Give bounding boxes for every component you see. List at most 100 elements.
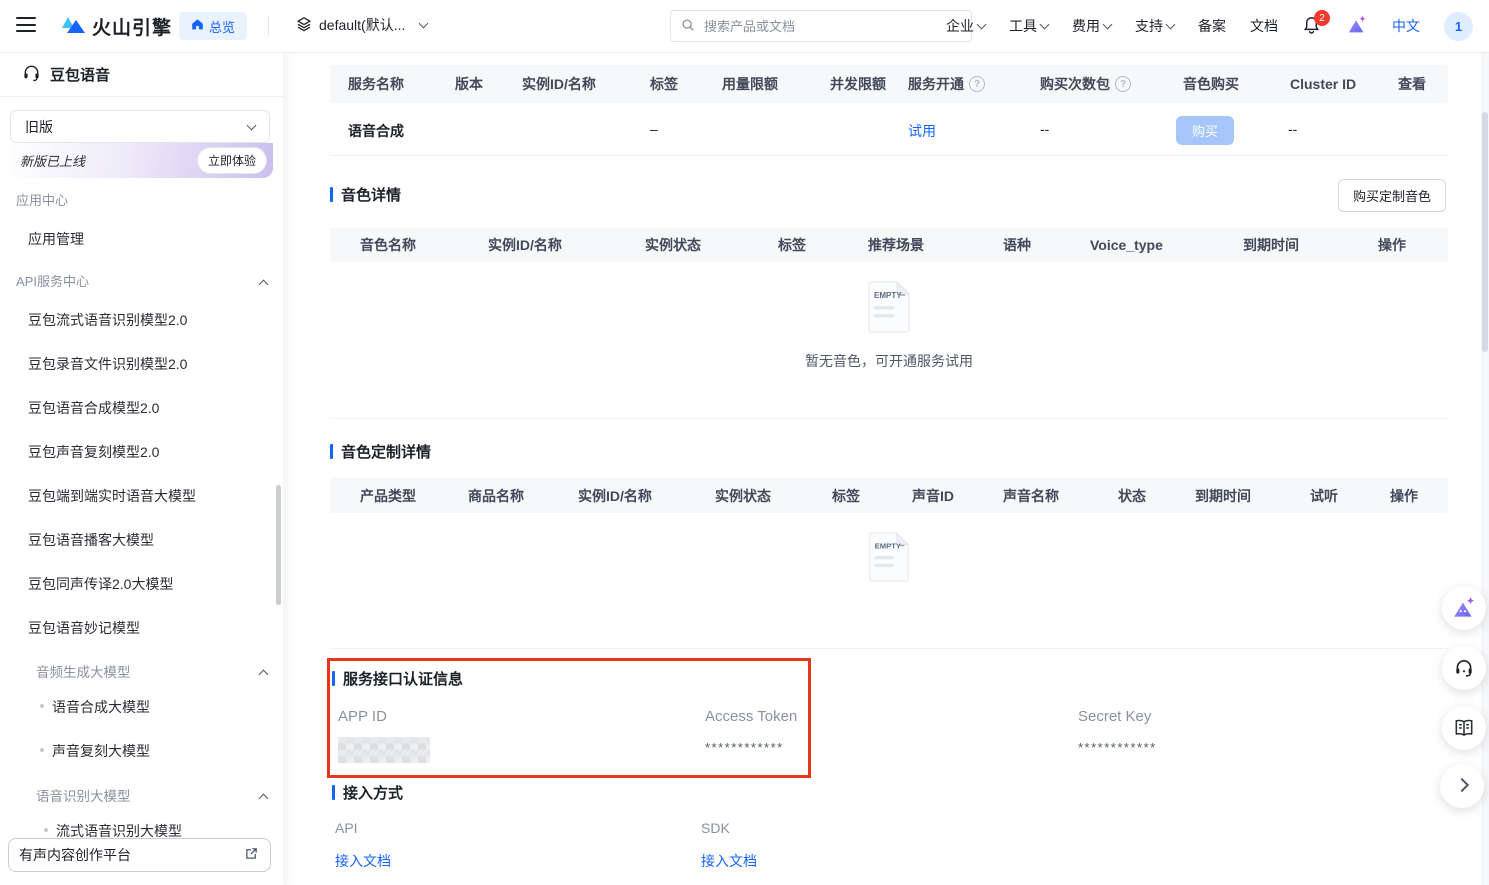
api-doc-link[interactable]: 接入文档 [335, 851, 391, 871]
col-status: 状态 [1118, 478, 1146, 513]
cell-service-name: 语音合成 [348, 121, 404, 141]
nav-tools[interactable]: 工具 [1009, 16, 1048, 36]
help-icon[interactable]: ? [969, 76, 985, 92]
custom-table-header: 产品类型 商品名称 实例ID/名称 实例状态 标签 声音ID 声音名称 状态 到… [330, 478, 1448, 513]
page-scrollbar-track [1481, 52, 1489, 885]
support-float-button[interactable] [1442, 646, 1486, 690]
brand-logo[interactable]: 火山引擎 [60, 12, 172, 41]
external-link-icon [245, 847, 258, 863]
search-input[interactable] [702, 18, 961, 35]
nav-enterprise[interactable]: 企业 [946, 16, 985, 36]
app-root: 火山引擎 总览 default(默认... [0, 0, 1489, 885]
sidebar-item-api-0[interactable]: 豆包流式语音识别模型2.0 [28, 310, 187, 330]
nav-support[interactable]: 支持 [1135, 16, 1174, 36]
docs-float-button[interactable] [1442, 706, 1486, 750]
chevron-down-icon [419, 19, 429, 29]
sidebar-item-tts-large[interactable]: 语音合成大模型 [52, 697, 150, 717]
empty-state: EMPTY 暂无音色，可开通服务试用 [330, 280, 1448, 371]
chevron-right-icon [1455, 777, 1469, 791]
empty-text: 暂无音色，可开通服务试用 [330, 351, 1448, 371]
col-tag: 标签 [832, 478, 860, 513]
sidebar-item-api-2[interactable]: 豆包语音合成模型2.0 [28, 398, 159, 418]
ai-assistant-icon[interactable] [1346, 14, 1368, 39]
volcano-logo-icon [60, 12, 86, 41]
access-section-title: 接入方式 [332, 782, 403, 803]
notification-badge: 2 [1314, 10, 1330, 26]
overview-button[interactable]: 总览 [179, 12, 247, 40]
svg-text:EMPTY: EMPTY [874, 291, 902, 300]
nav-docs[interactable]: 文档 [1250, 16, 1278, 36]
col-instance-id: 实例ID/名称 [522, 65, 596, 103]
collapse-icon[interactable] [259, 794, 269, 804]
sidebar-item-api-5[interactable]: 豆包语音播客大模型 [28, 530, 154, 550]
cell-cluster-id: -- [1288, 121, 1297, 137]
col-usage-quota: 用量限额 [722, 65, 778, 103]
ai-assistant-float-button[interactable] [1442, 586, 1486, 630]
col-version: 版本 [455, 65, 483, 103]
project-selector[interactable]: default(默认... [296, 15, 427, 35]
main-content: 服务名称 版本 实例ID/名称 标签 用量限额 并发限额 服务开通? 购买次数包… [283, 52, 1489, 885]
nav-billing[interactable]: 费用 [1072, 16, 1111, 36]
col-product-type: 产品类型 [360, 478, 416, 513]
sidebar-item-api-6[interactable]: 豆包同声传译2.0大模型 [28, 574, 173, 594]
voice-custom-title: 音色定制详情 [330, 441, 431, 462]
buy-button[interactable]: 购买 [1176, 116, 1234, 145]
home-icon [191, 18, 204, 34]
col-purchase-package: 购买次数包? [1040, 65, 1131, 103]
col-expire-time: 到期时间 [1243, 228, 1299, 262]
access-token-value: ************ [705, 740, 784, 755]
col-service-name: 服务名称 [348, 65, 404, 103]
sidebar-item-api-1[interactable]: 豆包录音文件识别模型2.0 [28, 354, 187, 374]
section-app-center: 应用中心 [16, 190, 68, 209]
help-icon[interactable]: ? [1115, 76, 1131, 92]
col-voice-name: 音色名称 [360, 228, 416, 262]
sidebar-header: 豆包语音 [0, 52, 283, 97]
nav-icp[interactable]: 备案 [1198, 16, 1226, 36]
col-instance-id: 实例ID/名称 [578, 478, 652, 513]
group-audio-gen[interactable]: 音频生成大模型 [36, 661, 131, 681]
sidebar-item-api-3[interactable]: 豆包声音复刻模型2.0 [28, 442, 159, 462]
version-selected-value: 旧版 [25, 117, 53, 137]
collapse-icon[interactable] [259, 280, 269, 290]
sidebar-item-api-4[interactable]: 豆包端到端实时语音大模型 [28, 486, 196, 506]
sidebar-item-voice-clone-large[interactable]: 声音复刻大模型 [52, 741, 150, 761]
language-switch[interactable]: 中文 [1392, 16, 1420, 36]
sdk-doc-link[interactable]: 接入文档 [701, 851, 757, 871]
col-voice-type: Voice_type [1090, 228, 1163, 262]
version-selector[interactable]: 旧版 [10, 110, 270, 143]
search-icon [681, 18, 695, 35]
col-service-open: 服务开通? [908, 65, 985, 103]
col-instance-status: 实例状态 [645, 228, 701, 262]
chevron-down-icon [1166, 20, 1176, 30]
collapse-icon[interactable] [259, 670, 269, 680]
page-scrollbar-thumb[interactable] [1482, 112, 1488, 352]
voice-detail-table: 音色名称 实例ID/名称 实例状态 标签 推荐场景 语种 Voice_type … [330, 228, 1448, 419]
group-asr[interactable]: 语音识别大模型 [36, 785, 131, 805]
title-bar [332, 785, 335, 800]
voice-custom-table: 产品类型 商品名称 实例ID/名称 实例状态 标签 声音ID 声音名称 状态 到… [330, 478, 1448, 649]
sidebar-item-api-7[interactable]: 豆包语音妙记模型 [28, 618, 140, 638]
col-product-name: 商品名称 [468, 478, 524, 513]
audio-creation-platform-link[interactable]: 有声内容创作平台 [8, 838, 271, 872]
trial-link[interactable]: 试用 [908, 121, 936, 141]
col-voice-name: 声音名称 [1003, 478, 1059, 513]
notification-bell-icon[interactable]: 2 [1302, 15, 1322, 37]
sidebar-item-app-manage[interactable]: 应用管理 [28, 229, 84, 249]
overview-label: 总览 [209, 17, 235, 36]
col-audition: 试听 [1310, 478, 1338, 513]
new-version-banner: 新版已上线 立即体验 [10, 143, 273, 178]
auth-section-title: 服务接口认证信息 [332, 668, 463, 689]
try-now-button[interactable]: 立即体验 [197, 147, 267, 174]
col-expire-time: 到期时间 [1195, 478, 1251, 513]
bullet-dot [44, 828, 48, 832]
col-tag: 标签 [650, 65, 678, 103]
hamburger-menu-icon[interactable] [16, 17, 36, 33]
col-view: 查看 [1398, 65, 1426, 103]
product-title: 豆包语音 [50, 64, 110, 85]
collapse-panel-button[interactable] [1440, 764, 1484, 808]
global-search[interactable] [670, 10, 972, 42]
col-concurrency-quota: 并发限额 [830, 65, 886, 103]
buy-custom-voice-button[interactable]: 购买定制音色 [1338, 179, 1446, 212]
user-avatar[interactable]: 1 [1444, 12, 1473, 41]
sidebar-scrollbar[interactable] [276, 485, 281, 605]
